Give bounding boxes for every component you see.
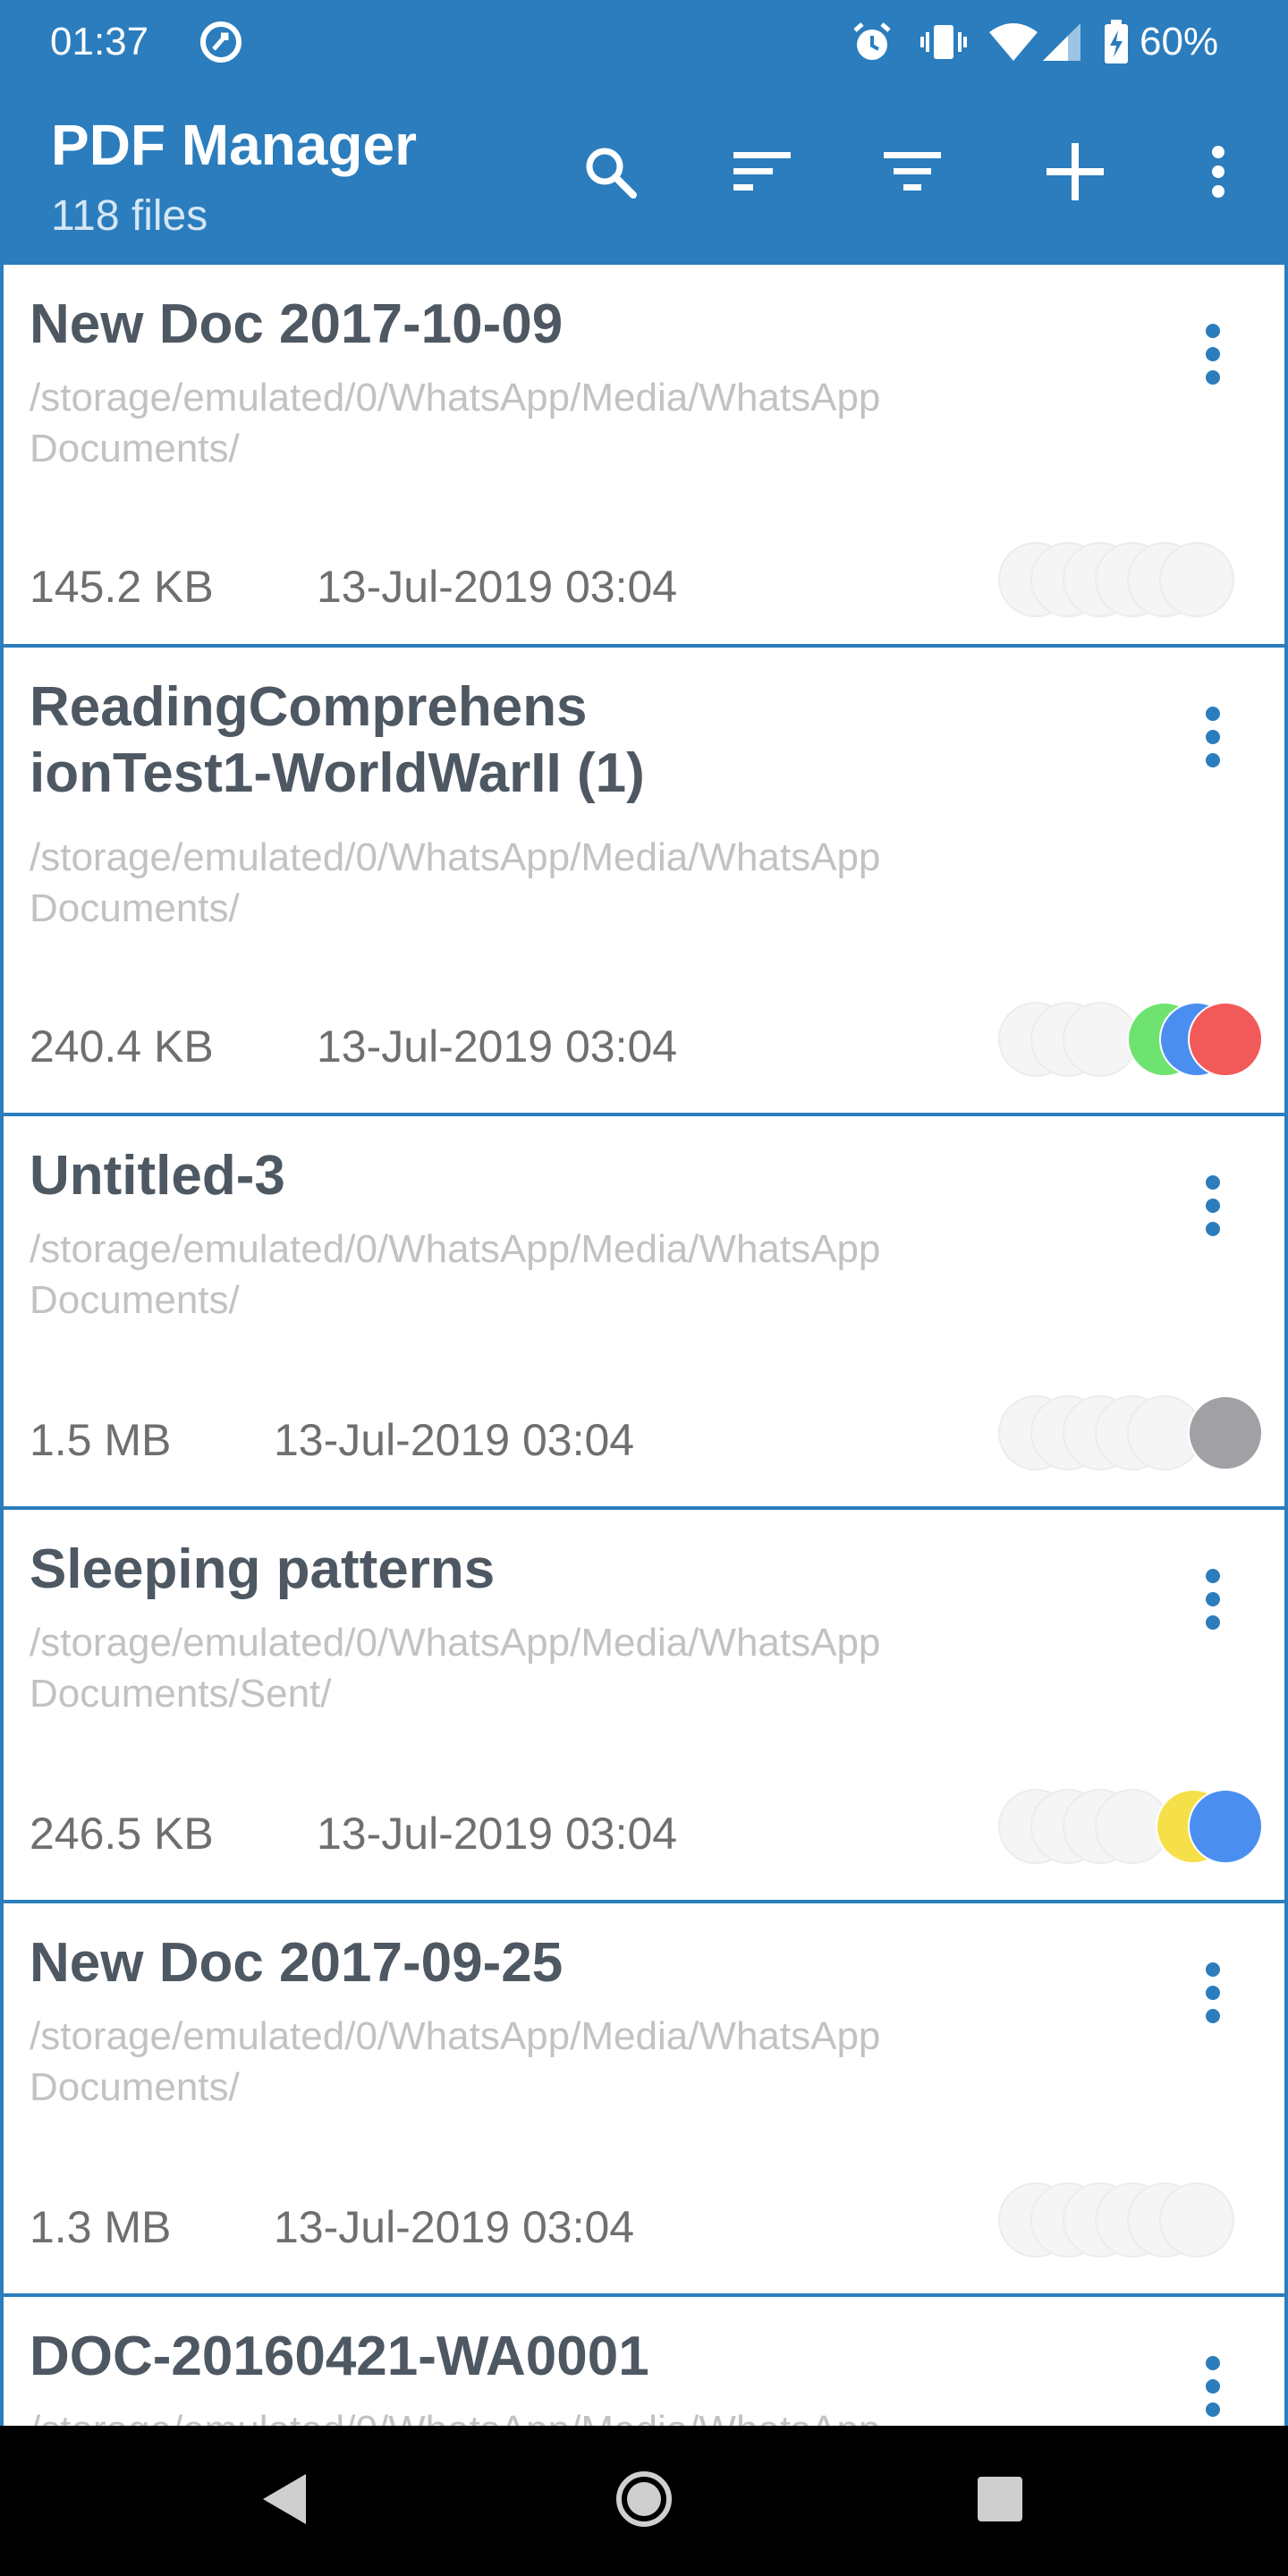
file-menu-button[interactable] — [1184, 2343, 1241, 2426]
file-path: /storage/emulated/0/WhatsApp/Media/Whats… — [30, 835, 881, 930]
recents-icon — [975, 2474, 1025, 2529]
file-path: /storage/emulated/0/WhatsApp/Media/Whats… — [30, 1621, 881, 1716]
more-vert-icon — [1205, 323, 1221, 390]
tag-dot-gray — [1188, 1395, 1263, 1470]
file-path: /storage/emulated/0/WhatsApp/Media/Whats… — [30, 2404, 1049, 2426]
color-tags[interactable] — [998, 1002, 1267, 1077]
app-title: PDF Manager — [51, 113, 417, 177]
add-button[interactable] — [1032, 131, 1118, 216]
file-card[interactable]: Sleeping patterns /storage/emulated/0/Wh… — [4, 1510, 1284, 1900]
navigation-bar — [0, 2426, 1288, 2576]
at-sign-icon — [199, 20, 243, 69]
add-icon — [1045, 141, 1106, 207]
more-vert-icon — [1205, 1174, 1221, 1241]
color-tags[interactable] — [998, 1789, 1267, 1864]
back-icon — [258, 2470, 311, 2532]
file-name: ReadingComprehens ionTest1-WorldWarII (1… — [30, 674, 1085, 807]
file-date: 13-Jul-2019 03:04 — [317, 1809, 678, 1859]
file-menu-button[interactable] — [1184, 694, 1241, 784]
search-button[interactable] — [567, 131, 653, 216]
file-card[interactable]: New Doc 2017-09-25 /storage/emulated/0/W… — [4, 1903, 1284, 2293]
battery-charging-icon — [1102, 18, 1131, 71]
file-name: DOC-20160421-WA0001 — [30, 2326, 649, 2387]
file-card[interactable]: ReadingComprehens ionTest1-WorldWarII (1… — [4, 648, 1284, 1113]
file-card[interactable]: New Doc 2017-10-09 /storage/emulated/0/W… — [4, 265, 1284, 644]
alarm-icon — [850, 20, 894, 69]
vibrate-icon — [919, 20, 968, 69]
file-count: 118 files — [51, 192, 208, 240]
file-menu-button[interactable] — [1184, 311, 1241, 401]
file-size: 246.5 KB — [30, 1809, 214, 1859]
file-name: New Doc 2017-09-25 — [30, 1932, 564, 1994]
overflow-menu-button[interactable] — [1175, 131, 1261, 216]
battery-percent: 60% — [1140, 20, 1219, 64]
status-time: 01:37 — [50, 20, 149, 64]
more-vert-icon — [1205, 706, 1221, 773]
sort-icon — [732, 150, 792, 198]
file-card[interactable]: Untitled-3 /storage/emulated/0/WhatsApp/… — [4, 1116, 1284, 1506]
file-size: 1.3 MB — [30, 2202, 172, 2252]
filter-icon — [882, 150, 943, 198]
file-date: 13-Jul-2019 03:04 — [274, 2202, 635, 2252]
file-menu-button[interactable] — [1184, 1950, 1241, 2039]
color-tags[interactable] — [998, 2182, 1267, 2258]
file-menu-button[interactable] — [1184, 1556, 1241, 1646]
file-path: /storage/emulated/0/WhatsApp/Media/Whats… — [30, 376, 881, 470]
sort-button[interactable] — [719, 131, 805, 216]
more-vert-icon — [1205, 1962, 1221, 2029]
color-tags[interactable] — [998, 1395, 1267, 1470]
file-menu-button[interactable] — [1184, 1163, 1241, 1252]
tag-dot — [1159, 2182, 1234, 2258]
signal-icon — [1041, 20, 1082, 69]
tag-dot-blue — [1188, 1789, 1263, 1864]
status-bar: 01:37 60% — [0, 0, 1288, 86]
tag-dot-red — [1188, 1002, 1263, 1077]
file-list[interactable]: New Doc 2017-10-09 /storage/emulated/0/W… — [0, 263, 1288, 2426]
file-size: 240.4 KB — [30, 1021, 214, 1072]
back-button[interactable] — [240, 2456, 329, 2546]
file-size: 145.2 KB — [30, 562, 214, 612]
file-path: /storage/emulated/0/WhatsApp/Media/Whats… — [30, 2014, 881, 2109]
app-bar: PDF Manager 118 files — [0, 86, 1288, 263]
file-name: New Doc 2017-10-09 — [30, 293, 564, 355]
more-vert-icon — [1205, 2355, 1221, 2422]
file-name: Sleeping patterns — [30, 1538, 496, 1600]
tag-dot — [1159, 542, 1234, 617]
color-tags[interactable] — [998, 542, 1267, 617]
file-date: 13-Jul-2019 03:04 — [317, 562, 678, 612]
file-card[interactable]: DOC-20160421-WA0001 /storage/emulated/0/… — [4, 2297, 1284, 2426]
file-date: 13-Jul-2019 03:04 — [317, 1021, 678, 1072]
more-vert-icon — [1209, 145, 1227, 203]
search-icon — [581, 143, 639, 205]
file-size: 1.5 MB — [30, 1415, 172, 1465]
file-path: /storage/emulated/0/WhatsApp/Media/Whats… — [30, 1227, 881, 1322]
file-name-line: ReadingComprehens — [30, 676, 588, 738]
recents-button[interactable] — [955, 2456, 1045, 2546]
home-icon — [614, 2469, 674, 2534]
file-name: Untitled-3 — [30, 1145, 285, 1207]
more-vert-icon — [1205, 1568, 1221, 1635]
home-button[interactable] — [599, 2456, 689, 2546]
file-name-line: ionTest1-WorldWarII (1) — [30, 742, 645, 804]
filter-button[interactable] — [869, 131, 955, 216]
file-date: 13-Jul-2019 03:04 — [274, 1415, 635, 1465]
wifi-icon — [987, 20, 1039, 69]
